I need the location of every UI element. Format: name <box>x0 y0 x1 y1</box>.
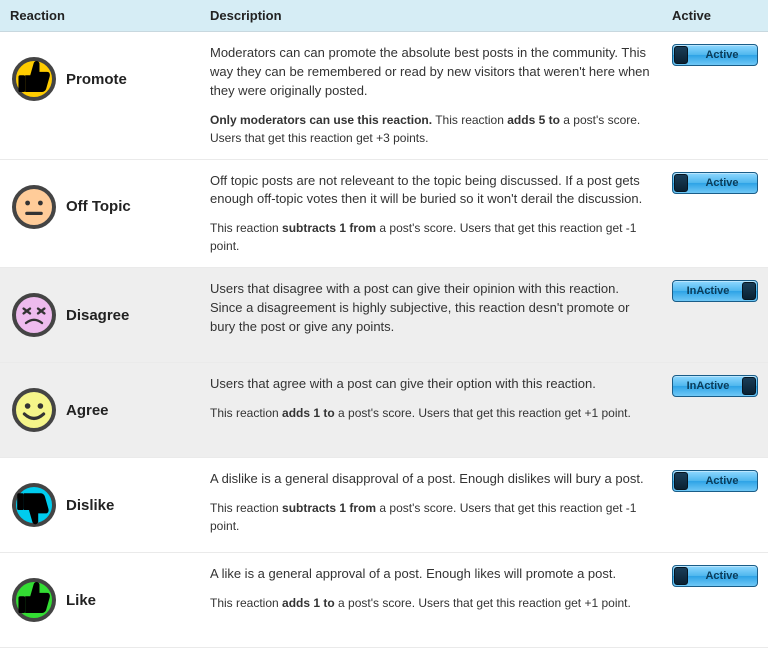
table-row: Agree Users that agree with a post can gi… <box>0 363 768 458</box>
active-toggle[interactable]: InActive <box>672 280 758 302</box>
reaction-name: Agree <box>66 402 109 419</box>
toggle-knob <box>674 174 688 192</box>
table-row: Promote Moderators can can promote the ab… <box>0 32 768 160</box>
reaction-name: Off Topic <box>66 198 131 215</box>
table-row: Off Topic Off topic posts are not relevea… <box>0 159 768 268</box>
active-toggle[interactable]: Active <box>672 470 758 492</box>
reaction-description: Moderators can can promote the absolute … <box>210 44 652 101</box>
reaction-name: Dislike <box>66 497 114 514</box>
reaction-description: Users that disagree with a post can give… <box>210 280 652 337</box>
toggle-label: InActive <box>673 376 743 396</box>
disagree-icon <box>10 291 58 339</box>
toggle-knob <box>742 282 756 300</box>
reactions-table: Reaction Description Active Promote Moder… <box>0 0 768 648</box>
dislike-icon <box>10 481 58 529</box>
reaction-meta: This reaction adds 1 to a post's score. … <box>210 404 652 422</box>
toggle-label: Active <box>687 173 757 193</box>
toggle-knob <box>674 472 688 490</box>
active-toggle[interactable]: Active <box>672 172 758 194</box>
toggle-knob <box>674 567 688 585</box>
reaction-meta: This reaction subtracts 1 from a post's … <box>210 219 652 255</box>
reaction-name: Disagree <box>66 307 129 324</box>
toggle-label: InActive <box>673 281 743 301</box>
reaction-name: Promote <box>66 71 127 88</box>
reaction-meta: This reaction adds 1 to a post's score. … <box>210 594 652 612</box>
table-row: Like A like is a general approval of a po… <box>0 553 768 648</box>
toggle-label: Active <box>687 566 757 586</box>
agree-icon <box>10 386 58 434</box>
promote-icon <box>10 55 58 103</box>
toggle-knob <box>674 46 688 64</box>
active-toggle[interactable]: InActive <box>672 375 758 397</box>
reaction-meta: This reaction subtracts 1 from a post's … <box>210 499 652 535</box>
table-row: Dislike A dislike is a general disapprova… <box>0 458 768 553</box>
reaction-meta: Only moderators can use this reaction. T… <box>210 111 652 147</box>
header-description: Description <box>200 0 662 32</box>
toggle-knob <box>742 377 756 395</box>
header-reaction: Reaction <box>0 0 200 32</box>
toggle-label: Active <box>687 471 757 491</box>
reaction-name: Like <box>66 592 96 609</box>
active-toggle[interactable]: Active <box>672 44 758 66</box>
header-active: Active <box>662 0 768 32</box>
offtopic-icon <box>10 183 58 231</box>
reaction-description: Off topic posts are not releveant to the… <box>210 172 652 210</box>
reaction-description: A dislike is a general disapproval of a … <box>210 470 652 489</box>
like-icon <box>10 576 58 624</box>
toggle-label: Active <box>687 45 757 65</box>
table-row: Disagree Users that disagree with a post … <box>0 268 768 363</box>
active-toggle[interactable]: Active <box>672 565 758 587</box>
reaction-description: A like is a general approval of a post. … <box>210 565 652 584</box>
reaction-description: Users that agree with a post can give th… <box>210 375 652 394</box>
